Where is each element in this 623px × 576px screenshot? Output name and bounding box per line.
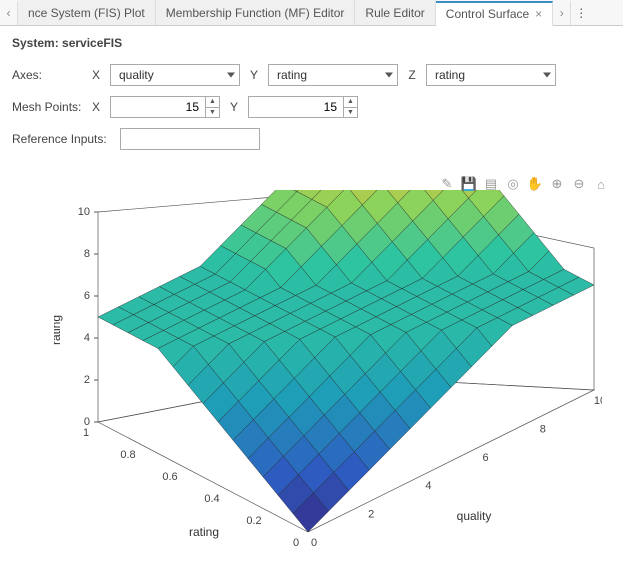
surface-plot[interactable]: 0246810 00.20.40.60.81 0246810 rating ra… xyxy=(54,190,602,568)
rotate-icon[interactable]: ◎ xyxy=(505,176,521,192)
tab-bar: ‹ nce System (FIS) Plot Membership Funct… xyxy=(0,0,623,26)
home-icon[interactable]: ⌂ xyxy=(593,176,609,192)
spinner-down-icon[interactable]: ▼ xyxy=(344,108,357,118)
system-title: System: serviceFIS xyxy=(12,36,611,50)
svg-text:0: 0 xyxy=(293,537,299,549)
svg-text:1: 1 xyxy=(83,427,89,439)
svg-text:8: 8 xyxy=(540,423,546,435)
tab-overflow-menu[interactable]: ⋮ xyxy=(571,6,591,20)
tab-scroll-right[interactable]: › xyxy=(553,1,571,25)
svg-text:2: 2 xyxy=(84,374,90,386)
svg-text:8: 8 xyxy=(84,248,90,260)
save-icon[interactable]: 💾 xyxy=(461,176,477,192)
svg-text:0.2: 0.2 xyxy=(246,515,261,527)
tab-label: Control Surface xyxy=(446,7,529,21)
axis-x-label: X xyxy=(90,68,102,82)
chevron-down-icon xyxy=(385,73,393,78)
axis-y-label: Y xyxy=(248,68,260,82)
mesh-label: Mesh Points: xyxy=(12,100,82,114)
tab-rule-editor[interactable]: Rule Editor xyxy=(355,0,435,25)
ref-inputs-field[interactable] xyxy=(120,128,260,150)
plot-area: ✎ 💾 ▤ ◎ ✋ ⊕ ⊖ ⌂ xyxy=(8,174,615,576)
axes-row: Axes: X quality Y rating Z rating xyxy=(12,64,611,86)
axis-x-select[interactable]: quality xyxy=(110,64,240,86)
svg-text:10: 10 xyxy=(594,395,602,407)
tab-label: Rule Editor xyxy=(365,6,424,20)
y-axis-title: quality xyxy=(457,509,492,523)
mesh-x-spinner[interactable]: ▲▼ xyxy=(110,96,220,118)
svg-text:6: 6 xyxy=(483,452,489,464)
chevron-down-icon xyxy=(227,73,235,78)
axis-z-select[interactable]: rating xyxy=(426,64,556,86)
svg-text:0.6: 0.6 xyxy=(162,471,177,483)
svg-text:6: 6 xyxy=(84,290,90,302)
svg-text:0.4: 0.4 xyxy=(204,493,219,505)
x-axis-title: rating xyxy=(189,525,219,539)
zoom-in-icon[interactable]: ⊕ xyxy=(549,176,565,192)
spinner-up-icon[interactable]: ▲ xyxy=(206,97,219,108)
axes-label: Axes: xyxy=(12,68,82,82)
controls-panel: System: serviceFIS Axes: X quality Y rat… xyxy=(0,26,623,170)
tab-label: Membership Function (MF) Editor xyxy=(166,6,345,20)
mesh-y-label: Y xyxy=(228,100,240,114)
tab-scroll-left[interactable]: ‹ xyxy=(0,1,18,25)
svg-text:0.8: 0.8 xyxy=(120,449,135,461)
svg-text:4: 4 xyxy=(425,480,431,492)
ref-inputs-label: Reference Inputs: xyxy=(12,132,112,146)
plot-toolbar: ✎ 💾 ▤ ◎ ✋ ⊕ ⊖ ⌂ xyxy=(439,176,609,192)
mesh-x-input[interactable] xyxy=(111,99,219,115)
tab-label: nce System (FIS) Plot xyxy=(28,6,145,20)
data-tips-icon[interactable]: ▤ xyxy=(483,176,499,192)
svg-text:4: 4 xyxy=(84,332,90,344)
brush-icon[interactable]: ✎ xyxy=(439,176,455,192)
tab-mf-editor[interactable]: Membership Function (MF) Editor xyxy=(156,0,356,25)
svg-text:0: 0 xyxy=(311,537,317,549)
mesh-row: Mesh Points: X ▲▼ Y ▲▼ xyxy=(12,96,611,118)
tab-control-surface[interactable]: Control Surface × xyxy=(436,1,553,26)
axis-z-label: Z xyxy=(406,68,418,82)
mesh-y-input[interactable] xyxy=(249,99,357,115)
spinner-up-icon[interactable]: ▲ xyxy=(344,97,357,108)
chevron-down-icon xyxy=(543,73,551,78)
svg-text:2: 2 xyxy=(368,509,374,521)
axis-y-select[interactable]: rating xyxy=(268,64,398,86)
close-icon[interactable]: × xyxy=(535,7,542,21)
ref-inputs-row: Reference Inputs: xyxy=(12,128,611,150)
svg-text:10: 10 xyxy=(78,206,90,218)
zoom-out-icon[interactable]: ⊖ xyxy=(571,176,587,192)
tab-fis-plot[interactable]: nce System (FIS) Plot xyxy=(18,0,156,25)
z-axis-title: rating xyxy=(54,315,63,345)
mesh-x-label: X xyxy=(90,100,102,114)
spinner-down-icon[interactable]: ▼ xyxy=(206,108,219,118)
pan-icon[interactable]: ✋ xyxy=(527,176,543,192)
mesh-y-spinner[interactable]: ▲▼ xyxy=(248,96,358,118)
